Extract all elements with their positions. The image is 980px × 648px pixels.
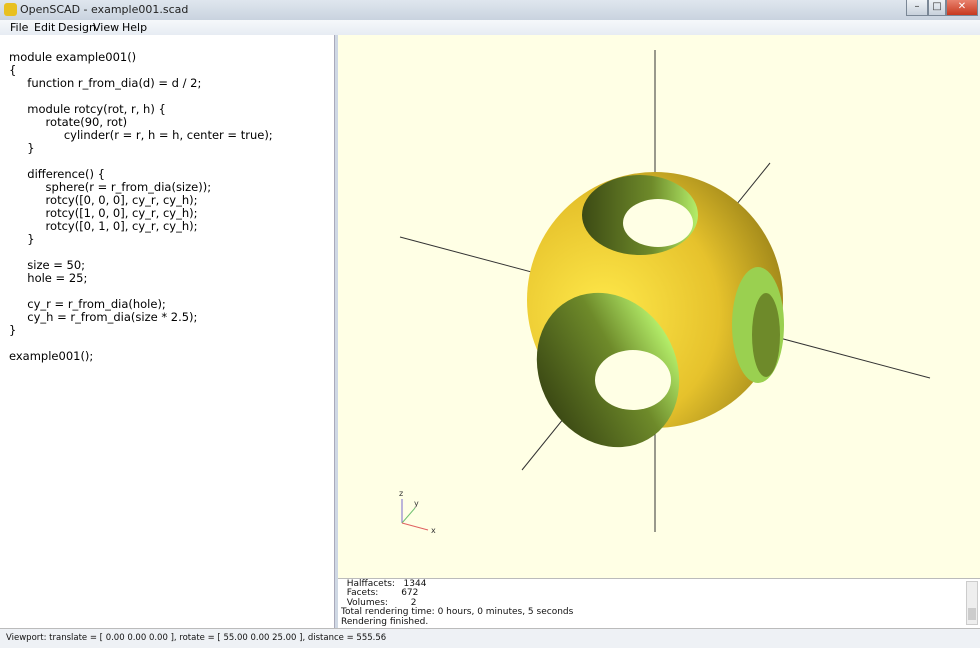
axis-indicator: z y x xyxy=(399,489,436,535)
maximize-button[interactable]: □ xyxy=(928,0,946,16)
console-line-rendering-finished: Rendering finished. xyxy=(341,618,980,627)
openscad-app-icon xyxy=(4,3,17,16)
model-sphere xyxy=(509,172,784,473)
close-button[interactable]: ✕ xyxy=(946,0,978,16)
code-editor[interactable]: module example001() { function r_from_di… xyxy=(0,35,335,628)
menu-bar: File Edit Design View Help xyxy=(0,20,980,35)
console-scrollbar[interactable] xyxy=(966,581,978,625)
menu-file[interactable]: File xyxy=(10,21,28,34)
viewport-status: Viewport: translate = [ 0.00 0.00 0.00 ]… xyxy=(6,633,386,643)
menu-design[interactable]: Design xyxy=(58,21,96,34)
console-line: Halffacets: 1344 xyxy=(341,580,980,589)
scrollbar-thumb[interactable] xyxy=(968,608,976,620)
3d-viewport[interactable]: z y x xyxy=(338,35,980,578)
render-canvas: z y x xyxy=(338,35,980,578)
console-line: Total rendering time: 0 hours, 0 minutes… xyxy=(341,608,980,617)
axis-label-x: x xyxy=(431,526,436,535)
window-title: OpenSCAD - example001.scad xyxy=(20,3,188,16)
menu-help[interactable]: Help xyxy=(122,21,147,34)
status-bar: Viewport: translate = [ 0.00 0.00 0.00 ]… xyxy=(0,628,980,648)
axis-label-y: y xyxy=(414,499,419,508)
console-output[interactable]: Halffacets: 1344 Facets: 672 Volumes: 2 … xyxy=(338,578,980,628)
menu-view[interactable]: View xyxy=(93,21,119,34)
minimize-button[interactable]: – xyxy=(906,0,928,16)
console-line: Facets: 672 xyxy=(341,589,980,598)
title-bar: OpenSCAD - example001.scad – □ ✕ xyxy=(0,0,980,20)
axis-label-z: z xyxy=(399,489,403,498)
menu-edit[interactable]: Edit xyxy=(34,21,55,34)
